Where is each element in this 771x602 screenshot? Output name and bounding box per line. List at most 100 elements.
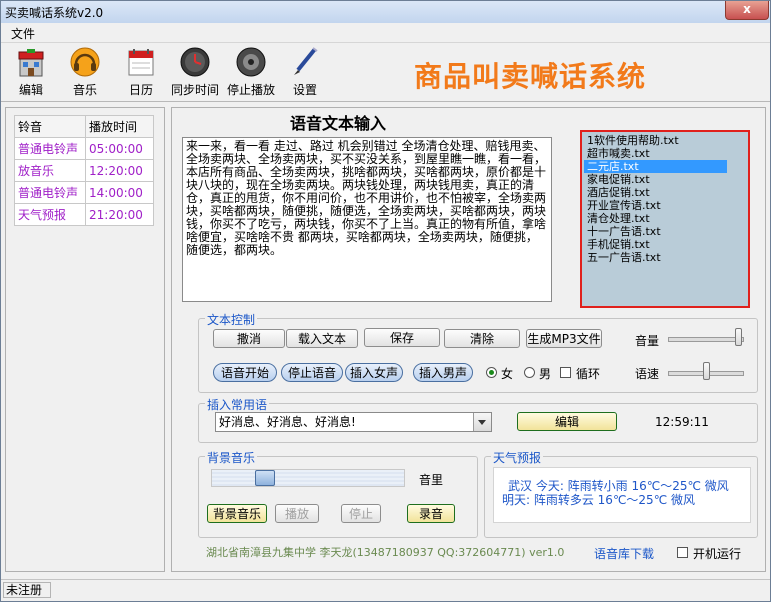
list-item[interactable]: 五一广告语.txt — [584, 251, 746, 264]
list-item[interactable]: 手机促销.txt — [584, 238, 746, 251]
undo-button[interactable]: 撒消 — [213, 329, 285, 348]
bg-music-title: 背景音乐 — [205, 449, 258, 466]
weather-display: 武汉 今天: 阵雨转小雨 16℃～25℃ 微风 明天: 阵雨转多云 16℃～25… — [493, 467, 751, 523]
male-radio[interactable] — [524, 367, 535, 378]
stop-play-tool-label: 停止播放 — [226, 83, 275, 97]
calendar-icon — [125, 46, 157, 78]
generate-mp3-button[interactable]: 生成MP3文件 — [526, 329, 602, 348]
volume-slider-thumb[interactable] — [735, 328, 742, 346]
ring-time-cell: 14:00:00 — [85, 181, 154, 204]
menu-bar: 文件 — [1, 23, 770, 43]
list-item-selected[interactable]: 二元店.txt — [584, 160, 727, 173]
table-header-row: 铃音 播放时间 — [14, 115, 154, 138]
list-item[interactable]: 超市喊卖.txt — [584, 147, 746, 160]
weather-tomorrow: 明天: 阵雨转多云 16℃～25℃ 微风 — [502, 493, 695, 507]
female-label: 女 — [501, 367, 514, 381]
list-item[interactable]: 清仓处理.txt — [584, 212, 746, 225]
bg-music-volume-bar[interactable] — [211, 469, 405, 487]
main-window: 买卖喊话系统v2.0 x 文件 编辑 音乐 日历 同步时间 停止播放 设置 商品… — [0, 0, 771, 602]
stop-button[interactable]: 停止 — [341, 504, 381, 523]
voice-stop-button[interactable]: 停止语音 — [281, 363, 343, 382]
ring-name-cell: 普通电铃声 — [14, 137, 86, 160]
clock-display: 12:59:11 — [655, 415, 709, 429]
text-control-group: 文本控制 撒消 载入文本 保存 清除 生成MP3文件 音量 语音开始 停止语音 … — [198, 311, 758, 393]
volume-label: 音量 — [635, 334, 660, 348]
autostart-label: 开机运行 — [693, 547, 742, 561]
phrase-edit-button[interactable]: 编辑 — [517, 412, 617, 431]
speed-slider-thumb[interactable] — [703, 362, 710, 380]
ring-schedule-panel: 铃音 播放时间 普通电铃声 05:00:00 放音乐 12:20:00 普通电铃… — [5, 107, 165, 572]
ring-time-cell: 21:20:00 — [85, 203, 154, 226]
load-text-button[interactable]: 载入文本 — [286, 329, 358, 348]
insert-male-button[interactable]: 插入男声 — [413, 363, 473, 382]
loop-label: 循环 — [576, 367, 601, 381]
bg-music-volume-thumb[interactable] — [255, 470, 275, 486]
list-item[interactable]: 1软件使用帮助.txt — [584, 134, 746, 147]
edit-tool-label: 编辑 — [18, 83, 43, 97]
record-button[interactable]: 录音 — [407, 504, 455, 523]
stop-play-tool-button[interactable]: 停止播放 — [224, 46, 278, 98]
chevron-down-icon[interactable] — [473, 413, 491, 431]
edit-tool-button[interactable]: 编辑 — [4, 46, 58, 98]
bg-music-group: 背景音乐 音里 背景音乐 播放 停止 录音 — [198, 449, 478, 538]
voice-input-heading: 语音文本输入 — [290, 114, 387, 133]
clock-icon — [179, 46, 211, 78]
music-tool-label: 音乐 — [72, 83, 97, 97]
settings-tool-button[interactable]: 设置 — [278, 46, 332, 98]
sync-time-tool-label: 同步时间 — [170, 83, 219, 97]
menu-file[interactable]: 文件 — [11, 25, 35, 42]
bg-music-button[interactable]: 背景音乐 — [207, 504, 267, 523]
list-item[interactable]: 家电促销.txt — [584, 173, 746, 186]
voice-start-button[interactable]: 语音开始 — [213, 363, 277, 382]
ring-time-cell: 12:20:00 — [85, 159, 154, 182]
ring-name-cell: 放音乐 — [14, 159, 86, 182]
ring-time-cell: 05:00:00 — [85, 137, 154, 160]
list-item[interactable]: 酒店促销.txt — [584, 186, 746, 199]
clear-button[interactable]: 清除 — [444, 329, 520, 348]
list-item[interactable]: 开业宣传语.txt — [584, 199, 746, 212]
ring-schedule-table: 铃音 播放时间 普通电铃声 05:00:00 放音乐 12:20:00 普通电铃… — [14, 115, 154, 226]
pen-icon — [289, 46, 321, 78]
speed-label: 语速 — [635, 367, 660, 381]
calendar-tool-button[interactable]: 日历 — [114, 46, 168, 98]
voice-library-download-link[interactable]: 语音库下载 — [594, 545, 654, 562]
table-row[interactable]: 天气预报 21:20:00 — [14, 203, 154, 226]
table-row[interactable]: 普通电铃声 14:00:00 — [14, 181, 154, 204]
column-header-ring: 铃音 — [14, 115, 86, 138]
voice-text-input[interactable]: 来一来，看一看 走过、路过 机会别错过 全场清仓处理、赔钱甩卖、全场卖两块、全场… — [182, 137, 552, 302]
edit-icon — [15, 46, 47, 78]
list-item[interactable]: 十一广告语.txt — [584, 225, 746, 238]
music-tool-button[interactable]: 音乐 — [58, 46, 112, 98]
ring-name-cell: 天气预报 — [14, 203, 86, 226]
save-button[interactable]: 保存 — [364, 328, 440, 347]
toolbar-divider — [1, 101, 770, 102]
male-label: 男 — [539, 367, 552, 381]
female-radio[interactable] — [486, 367, 497, 378]
speaker-icon — [235, 46, 267, 78]
common-phrase-select[interactable]: 好消息、好消息、好消息! — [215, 412, 492, 432]
window-title: 买卖喊话系统v2.0 — [5, 6, 104, 20]
registration-status: 未注册 — [3, 582, 51, 598]
table-row[interactable]: 普通电铃声 05:00:00 — [14, 137, 154, 160]
insert-female-button[interactable]: 插入女声 — [345, 363, 403, 382]
calendar-tool-label: 日历 — [128, 83, 153, 97]
headphones-icon — [69, 46, 101, 78]
close-button[interactable]: x — [725, 1, 769, 20]
table-row[interactable]: 放音乐 12:20:00 — [14, 159, 154, 182]
common-phrases-title: 插入常用语 — [205, 396, 270, 413]
common-phrases-group: 插入常用语 好消息、好消息、好消息! 编辑 12:59:11 — [198, 396, 758, 443]
app-title: 商品叫卖喊话系统 — [414, 60, 647, 93]
common-phrase-value: 好消息、好消息、好消息! — [219, 415, 356, 429]
volume-slider-track[interactable] — [668, 337, 744, 342]
text-file-list[interactable]: 1软件使用帮助.txt 超市喊卖.txt 二元店.txt 家电促销.txt 酒店… — [580, 130, 750, 308]
status-bar: 未注册 — [1, 579, 770, 601]
play-button[interactable]: 播放 — [275, 504, 319, 523]
bg-music-volume-label: 音里 — [419, 473, 444, 487]
column-header-time: 播放时间 — [85, 115, 154, 138]
autostart-checkbox[interactable] — [677, 547, 688, 558]
text-control-title: 文本控制 — [205, 311, 258, 328]
toolbar: 编辑 音乐 日历 同步时间 停止播放 设置 商品叫卖喊话系统 — [1, 42, 770, 99]
weather-group: 天气预报 武汉 今天: 阵雨转小雨 16℃～25℃ 微风 明天: 阵雨转多云 1… — [484, 449, 758, 538]
loop-checkbox[interactable] — [560, 367, 571, 378]
sync-time-tool-button[interactable]: 同步时间 — [168, 46, 222, 98]
